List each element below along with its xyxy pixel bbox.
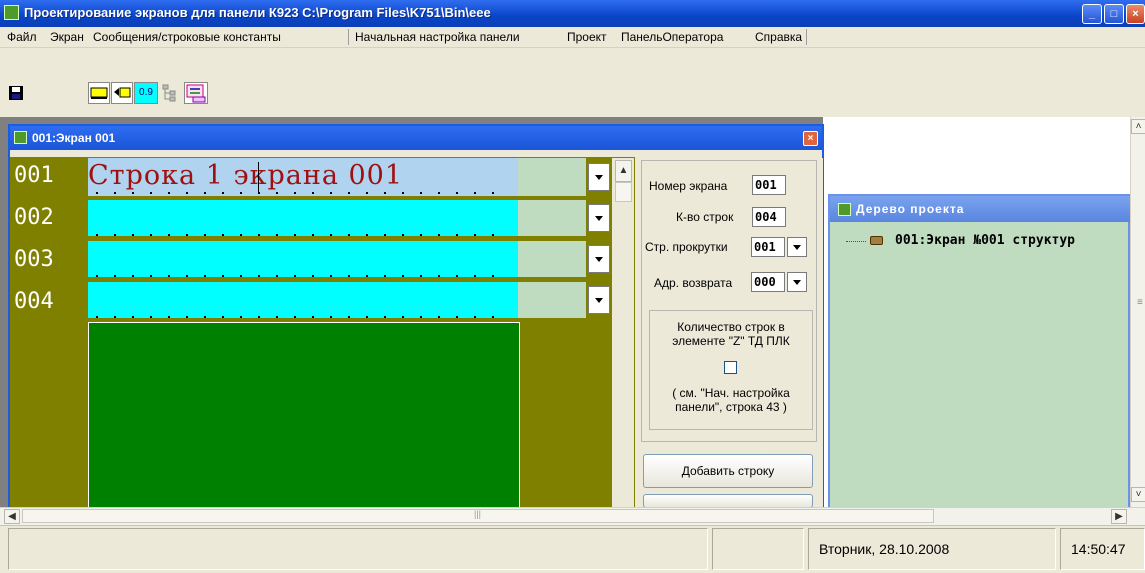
row-3-dropdown[interactable] — [588, 245, 610, 273]
menu-operator-panel[interactable]: ПанельОператора — [621, 30, 723, 44]
maximize-button[interactable]: □ — [1104, 4, 1124, 24]
chevron-down-icon — [793, 245, 801, 251]
screen-window-title-bar: 001:Экран 001 × — [10, 126, 822, 150]
menu-screen[interactable]: Экран — [50, 30, 84, 44]
window-icon — [838, 203, 851, 216]
scroll-right-icon[interactable]: ▶ — [1111, 509, 1127, 524]
scroll-left-icon[interactable]: ◀ — [4, 509, 20, 524]
next-button[interactable] — [643, 494, 813, 508]
editor-scrollbar[interactable]: ▲ — [612, 158, 634, 508]
scroll-thumb[interactable] — [615, 182, 632, 202]
row-tail — [518, 200, 586, 236]
minimize-button[interactable]: _ — [1082, 4, 1102, 24]
status-date: Вторник, 28.10.2008 — [808, 528, 1056, 570]
project-tree-title: Дерево проекта — [856, 202, 965, 216]
char-markers — [96, 316, 506, 318]
row-field-2[interactable] — [88, 200, 518, 236]
save-icon[interactable] — [6, 82, 26, 104]
chevron-down-icon — [793, 280, 801, 286]
screen-window-title: 001:Экран 001 — [32, 131, 116, 145]
tree-item-screen[interactable]: 001:Экран №001 структур — [895, 233, 1075, 248]
menu-initial-setup[interactable]: Начальная настройка панели — [355, 30, 520, 44]
number-format-icon[interactable]: 0.9 — [134, 82, 158, 104]
row-separator — [88, 277, 588, 281]
mdi-vertical-scrollbar[interactable]: ˄ ≡ ˅ — [1130, 117, 1145, 508]
rows-count-label: К-во строк — [676, 210, 734, 224]
chevron-down-icon — [595, 216, 603, 222]
menu-file[interactable]: Файл — [7, 30, 37, 44]
mdi-horizontal-scrollbar[interactable]: ◀ ||| ▶ — [0, 507, 1145, 525]
z-element-checkbox[interactable] — [724, 361, 737, 374]
screen-list-icon[interactable] — [184, 82, 208, 104]
folder-icon — [870, 236, 883, 245]
app-icon — [4, 5, 19, 20]
row-field-3[interactable] — [88, 241, 518, 277]
scroll-grip-icon: ≡ — [1137, 297, 1143, 308]
screen-window-close-button[interactable]: × — [803, 131, 818, 146]
chevron-down-icon — [595, 175, 603, 181]
project-tree-title-bar: Дерево проекта — [830, 196, 1130, 222]
window-title: Проектирование экранов для панели К923 C… — [24, 5, 491, 20]
menu-help[interactable]: Справка — [755, 30, 802, 44]
add-line-icon[interactable] — [88, 82, 110, 104]
scroll-up-icon[interactable]: ˄ — [1131, 119, 1145, 134]
menu-bar: Файл Экран Сообщения/строковые константы… — [0, 27, 1145, 48]
row-number: 001 — [14, 163, 54, 188]
row-number: 002 — [14, 205, 54, 230]
text-cursor — [258, 162, 259, 192]
screen-number-field[interactable]: 001 — [752, 175, 786, 195]
status-panel — [8, 528, 708, 570]
menu-separator — [348, 29, 349, 45]
return-addr-field[interactable]: 000 — [751, 272, 785, 292]
row-tail — [518, 282, 586, 318]
status-time: 14:50:47 — [1060, 528, 1145, 570]
row-4-dropdown[interactable] — [588, 286, 610, 314]
char-markers — [96, 192, 506, 194]
tree-connector — [846, 241, 866, 243]
chevron-down-icon — [595, 257, 603, 263]
chevron-down-icon — [595, 298, 603, 304]
screen-number-label: Номер экрана — [649, 179, 728, 193]
row-tail — [518, 241, 586, 277]
insert-line-icon[interactable] — [111, 82, 133, 104]
row-1-dropdown[interactable] — [588, 163, 610, 191]
status-panel — [712, 528, 804, 570]
row-separator — [88, 236, 588, 240]
row-2-dropdown[interactable] — [588, 204, 610, 232]
add-row-button[interactable]: Добавить строку — [643, 454, 813, 488]
text-area[interactable] — [88, 322, 520, 508]
row-number: 004 — [14, 289, 54, 314]
scroll-grip-icon: ||| — [474, 509, 482, 519]
return-addr-dropdown[interactable] — [787, 272, 807, 292]
window-title-bar: Проектирование экранов для панели К923 C… — [0, 0, 1145, 27]
text-area-tail — [520, 322, 588, 508]
menu-project[interactable]: Проект — [567, 30, 607, 44]
menu-separator — [806, 29, 807, 45]
group-text: ( см. "Нач. настройка — [672, 386, 790, 400]
scroll-rows-dropdown[interactable] — [787, 237, 807, 257]
scroll-rows-label: Стр. прокрутки — [645, 240, 728, 254]
scroll-up-icon[interactable]: ▲ — [615, 160, 632, 182]
row-tail — [518, 158, 586, 196]
rows-count-field[interactable]: 004 — [752, 207, 786, 227]
window-icon — [14, 131, 27, 144]
row-field-4[interactable] — [88, 282, 518, 318]
close-button[interactable]: × — [1126, 4, 1145, 24]
group-text: элементе "Z" ТД ПЛК — [672, 334, 790, 348]
tree-icon[interactable] — [160, 82, 182, 104]
row-number: 003 — [14, 247, 54, 272]
group-text: Количество строк в — [677, 320, 785, 334]
scroll-down-icon[interactable]: ˅ — [1131, 487, 1145, 502]
scroll-rows-field[interactable]: 001 — [751, 237, 785, 257]
menu-messages[interactable]: Сообщения/строковые константы — [93, 30, 281, 44]
group-text: панели", строка 43 ) — [675, 400, 787, 414]
return-addr-label: Адр. возврата — [654, 276, 733, 290]
row-1-text: Строка 1 экрана 001 — [88, 160, 404, 191]
